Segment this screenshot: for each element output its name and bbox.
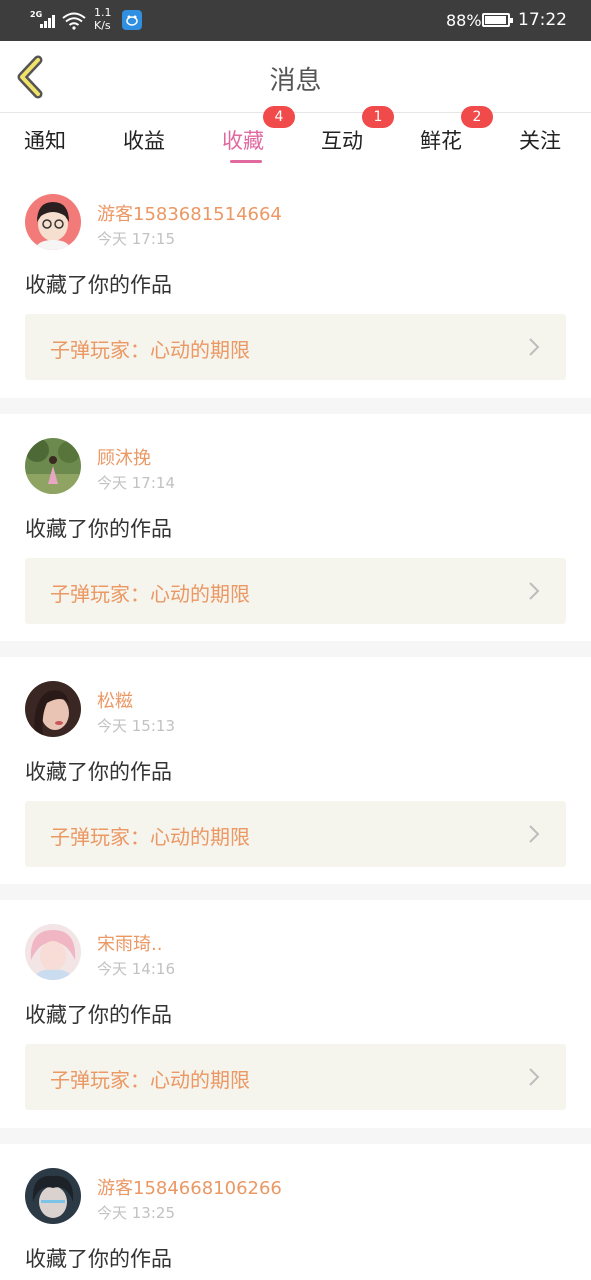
message-item: 宋雨琦.. 今天 14:16 收藏了你的作品 子弹玩家：心动的期限 xyxy=(0,924,591,1128)
avatar[interactable] xyxy=(25,438,81,494)
work-link[interactable]: 子弹玩家：心动的期限 xyxy=(25,1044,566,1110)
network-speed: 1.1 K/s xyxy=(94,6,112,32)
battery-percent: 88% xyxy=(446,11,482,30)
avatar[interactable] xyxy=(25,924,81,980)
divider xyxy=(0,884,591,900)
chevron-right-icon xyxy=(529,338,540,356)
tab-following[interactable]: 关注 xyxy=(519,125,561,155)
divider xyxy=(0,1128,591,1144)
work-title: 子弹玩家：心动的期限 xyxy=(50,825,250,849)
avatar[interactable] xyxy=(25,194,81,250)
tab-earnings[interactable]: 收益 xyxy=(123,125,165,155)
user-name[interactable]: 松糍 xyxy=(97,687,133,713)
work-link[interactable]: 子弹玩家：心动的期限 xyxy=(25,314,566,380)
divider xyxy=(0,641,591,657)
user-name[interactable]: 宋雨琦.. xyxy=(97,930,162,956)
action-text: 收藏了你的作品 xyxy=(25,517,172,541)
work-title: 子弹玩家：心动的期限 xyxy=(50,1068,250,1092)
page-title: 消息 xyxy=(269,66,322,96)
action-text: 收藏了你的作品 xyxy=(25,273,172,297)
post-time: 今天 17:14 xyxy=(97,474,175,492)
post-time: 今天 17:15 xyxy=(97,230,175,248)
user-name[interactable]: 游客1584668106266 xyxy=(97,1174,282,1200)
message-item: 松糍 今天 15:13 收藏了你的作品 子弹玩家：心动的期限 xyxy=(0,681,591,884)
favorites-badge: 4 xyxy=(263,106,295,128)
message-item: 游客1583681514664 今天 17:15 收藏了你的作品 子弹玩家：心动… xyxy=(0,194,591,398)
chevron-right-icon xyxy=(529,825,540,843)
tab-interactions[interactable]: 互动 xyxy=(321,125,363,155)
tab-bar: 通知 收益 收藏 互动 鲜花 关注 xyxy=(0,113,591,165)
tab-flowers[interactable]: 鲜花 xyxy=(420,125,462,155)
avatar[interactable] xyxy=(25,681,81,737)
speed-value: 1.1 xyxy=(94,6,112,19)
clock: 17:22 xyxy=(518,10,567,30)
network-type: 2G xyxy=(30,10,43,19)
avatar[interactable] xyxy=(25,1168,81,1224)
work-link[interactable]: 子弹玩家：心动的期限 xyxy=(25,801,566,867)
work-link[interactable]: 子弹玩家：心动的期限 xyxy=(25,558,566,624)
message-item: 游客1584668106266 今天 13:25 收藏了你的作品 xyxy=(0,1168,591,1280)
post-time: 今天 13:25 xyxy=(97,1204,175,1222)
work-title: 子弹玩家：心动的期限 xyxy=(50,582,250,606)
status-bar: 2G 1.1 K/s 88% 17:22 xyxy=(0,0,591,41)
signal-icon: 2G xyxy=(30,10,60,30)
action-text: 收藏了你的作品 xyxy=(25,760,172,784)
header: 消息 xyxy=(0,41,591,113)
bird-app-icon xyxy=(122,10,142,30)
work-title: 子弹玩家：心动的期限 xyxy=(50,338,250,362)
wifi-icon xyxy=(62,12,86,30)
speed-unit: K/s xyxy=(94,19,111,32)
interactions-badge: 1 xyxy=(362,106,394,128)
post-time: 今天 14:16 xyxy=(97,960,175,978)
flowers-badge: 2 xyxy=(461,106,493,128)
action-text: 收藏了你的作品 xyxy=(25,1247,172,1271)
battery-icon xyxy=(482,13,513,27)
message-item: 顾沐挽 今天 17:14 收藏了你的作品 子弹玩家：心动的期限 xyxy=(0,438,591,641)
chevron-right-icon xyxy=(529,1068,540,1086)
tab-favorites[interactable]: 收藏 xyxy=(222,125,264,155)
chevron-right-icon xyxy=(529,582,540,600)
user-name[interactable]: 顾沐挽 xyxy=(97,444,151,470)
post-time: 今天 15:13 xyxy=(97,717,175,735)
user-name[interactable]: 游客1583681514664 xyxy=(97,200,282,226)
active-tab-indicator xyxy=(230,160,262,163)
action-text: 收藏了你的作品 xyxy=(25,1003,172,1027)
tab-notifications[interactable]: 通知 xyxy=(24,125,66,155)
divider xyxy=(0,398,591,414)
